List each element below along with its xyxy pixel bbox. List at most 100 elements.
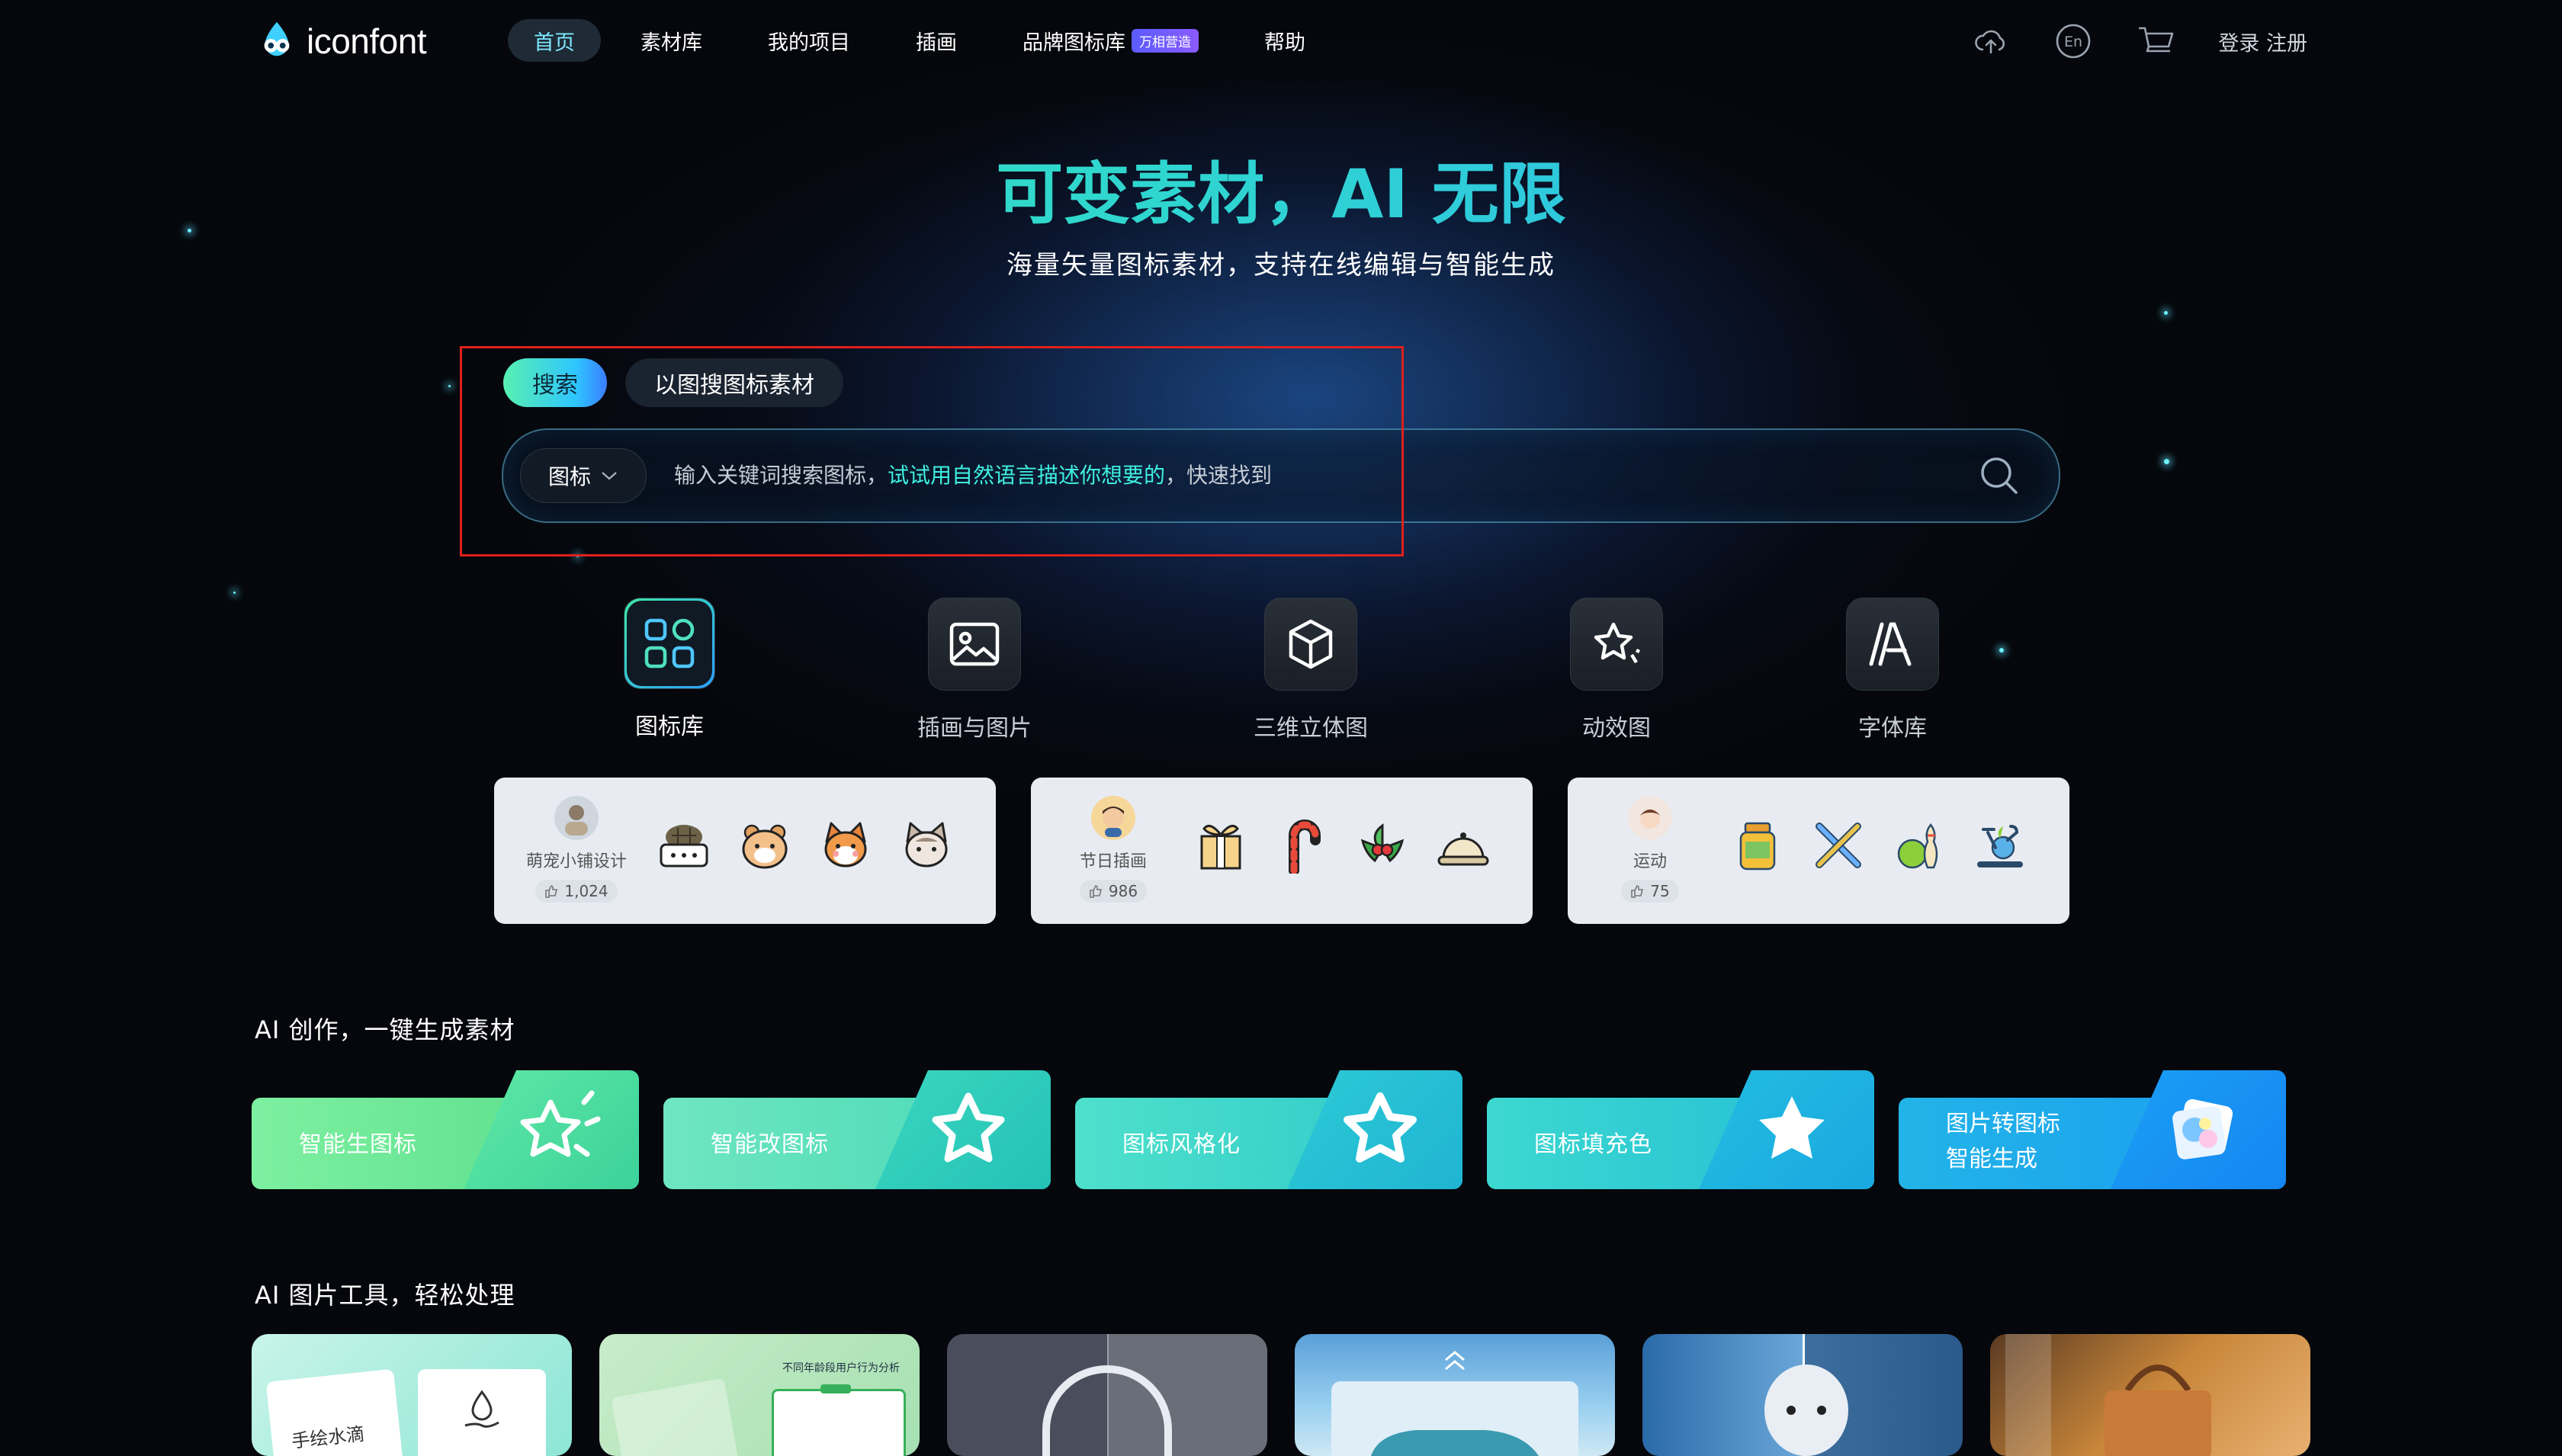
shiba-icon[interactable]	[816, 816, 875, 875]
bell-icon[interactable]	[1434, 816, 1493, 875]
cube-icon	[1289, 619, 1333, 669]
logo-text: iconfont	[307, 21, 427, 61]
category-label: 动效图	[1582, 715, 1651, 742]
headphones-icon	[1042, 1365, 1172, 1456]
showcase-icons	[654, 816, 956, 875]
header-actions: En 登录 注册	[1971, 21, 2307, 61]
gallery-card[interactable]	[1642, 1334, 1963, 1456]
logo[interactable]: iconfont	[255, 17, 427, 66]
like-count-value: 75	[1650, 882, 1670, 900]
like-count[interactable]: 75	[1621, 880, 1679, 903]
feature-label: 图标填充色	[1534, 1131, 1652, 1158]
category-label: 三维立体图	[1254, 715, 1368, 742]
feature-label-line: 智能生成	[1946, 1146, 2037, 1172]
turtle-box-icon[interactable]	[654, 816, 714, 875]
chevron-up-icon[interactable]	[1440, 1349, 1470, 1372]
section-title-tools: AI 图片工具，轻松处理	[255, 1281, 515, 1310]
like-count[interactable]: 986	[1079, 880, 1148, 903]
nav-item-projects[interactable]: 我的项目	[742, 19, 876, 62]
bowling-icon[interactable]	[1889, 816, 1949, 875]
water-drop-hand-icon	[464, 1390, 499, 1428]
cat-icon[interactable]	[897, 816, 956, 875]
showcase-card[interactable]: 运动 75	[1568, 778, 2069, 924]
dog-icon	[1764, 1365, 1848, 1456]
holly-icon[interactable]	[1353, 816, 1412, 875]
nav-item-library[interactable]: 素材库	[615, 19, 728, 62]
hero-title: 可变素材，AI 无限	[0, 140, 2562, 237]
category-label: 插画与图片	[917, 715, 1032, 742]
gallery-card[interactable]: 不同年龄段用户行为分析	[599, 1334, 920, 1456]
avatar[interactable]	[1628, 796, 1672, 840]
category-illustrations[interactable]: 插画与图片	[883, 598, 1066, 742]
showcase-card[interactable]: 节日插画 986	[1031, 778, 1533, 924]
showcase-card[interactable]: 萌宠小铺设计 1,024	[494, 778, 996, 924]
gallery-caption: 不同年龄段用户行为分析	[782, 1362, 900, 1374]
category-motion[interactable]: 动效图	[1525, 598, 1708, 742]
section-title-create: AI 创作，一键生成素材	[255, 1015, 515, 1044]
category-icons[interactable]: 图标库	[578, 598, 761, 741]
gallery-card[interactable]: 手绘水滴	[252, 1334, 572, 1456]
outline-star-icon	[932, 1092, 1005, 1163]
nav-item-brand[interactable]: 品牌图标库 万相营造	[997, 19, 1225, 62]
nav-item-home[interactable]: 首页	[508, 19, 601, 62]
author-info: 运动 75	[1581, 796, 1719, 903]
nav-label: 首页	[534, 30, 575, 55]
hero-subtitle: 海量矢量图标素材，支持在线编辑与智能生成	[1006, 250, 1556, 281]
feature-tile[interactable]: 智能改图标	[663, 1070, 1051, 1189]
feature-tile[interactable]: 智能生图标	[252, 1070, 639, 1189]
star-dot	[1999, 648, 2004, 653]
nav-item-illustration[interactable]: 插画	[890, 19, 983, 62]
upload-icon[interactable]	[1971, 21, 2011, 61]
thumbs-up-icon	[1631, 885, 1644, 898]
feature-label: 智能生图标	[299, 1131, 417, 1158]
feature-label: 图片转图标 智能生成	[1946, 1107, 2060, 1177]
category-3d[interactable]: 三维立体图	[1219, 598, 1402, 742]
candy-cane-icon[interactable]	[1272, 816, 1331, 875]
gallery-card[interactable]	[1990, 1334, 2310, 1456]
exercise-bike-icon[interactable]	[1970, 816, 2030, 875]
nav-label: 素材库	[640, 30, 702, 55]
glow-star-icon	[1344, 1092, 1417, 1163]
category-fonts[interactable]: 字体库	[1801, 598, 1984, 742]
svg-text:En: En	[2064, 34, 2082, 50]
grid-icon	[644, 618, 695, 669]
feature-tile[interactable]: 图标填充色	[1487, 1070, 1874, 1189]
highlight-box	[460, 346, 1404, 556]
feature-tile[interactable]: 图标风格化	[1075, 1070, 1462, 1189]
feature-label: 智能改图标	[711, 1131, 829, 1158]
nav-badge: 万相营造	[1132, 28, 1199, 53]
author-info: 萌宠小铺设计 1,024	[508, 796, 645, 903]
avatar[interactable]	[554, 796, 599, 840]
avatar[interactable]	[1091, 796, 1135, 840]
like-count-value: 986	[1108, 882, 1138, 900]
feature-tile[interactable]: 图片转图标 智能生成	[1899, 1070, 2286, 1189]
gift-icon[interactable]	[1191, 816, 1250, 875]
gallery-card[interactable]	[947, 1334, 1267, 1456]
search-icon[interactable]	[1975, 451, 2024, 500]
top-header: iconfont 首页 素材库 我的项目 插画 品牌图标库 万相营造 帮助 En …	[0, 0, 2562, 82]
jar-icon[interactable]	[1728, 816, 1787, 875]
cart-icon[interactable]	[2136, 21, 2175, 61]
nav-label: 帮助	[1264, 30, 1305, 55]
feature-label: 图标风格化	[1122, 1131, 1241, 1158]
login-register-link[interactable]: 登录 注册	[2218, 27, 2307, 56]
font-a-icon	[1869, 622, 1912, 666]
crossed-bats-icon[interactable]	[1809, 816, 1868, 875]
solid-star-icon	[1759, 1096, 1825, 1159]
star-dot	[233, 592, 236, 594]
thumbs-up-icon	[545, 885, 558, 898]
star-dot	[2164, 311, 2168, 315]
like-count[interactable]: 1,024	[535, 880, 618, 903]
author-name: 萌宠小铺设计	[525, 852, 627, 871]
sparkle-star-icon	[1594, 622, 1641, 664]
like-count-value: 1,024	[564, 882, 608, 900]
author-name: 节日插画	[1079, 852, 1147, 871]
nav-label: 品牌图标库	[1023, 30, 1125, 55]
nav-label: 插画	[916, 30, 957, 55]
main-nav: 首页 素材库 我的项目 插画 品牌图标库 万相营造 帮助	[508, 18, 1345, 63]
nav-item-help[interactable]: 帮助	[1238, 19, 1331, 62]
language-en-icon[interactable]: En	[2053, 21, 2093, 61]
hamster-icon[interactable]	[735, 816, 795, 875]
star-dot	[2164, 459, 2169, 464]
author-name: 运动	[1633, 852, 1667, 871]
